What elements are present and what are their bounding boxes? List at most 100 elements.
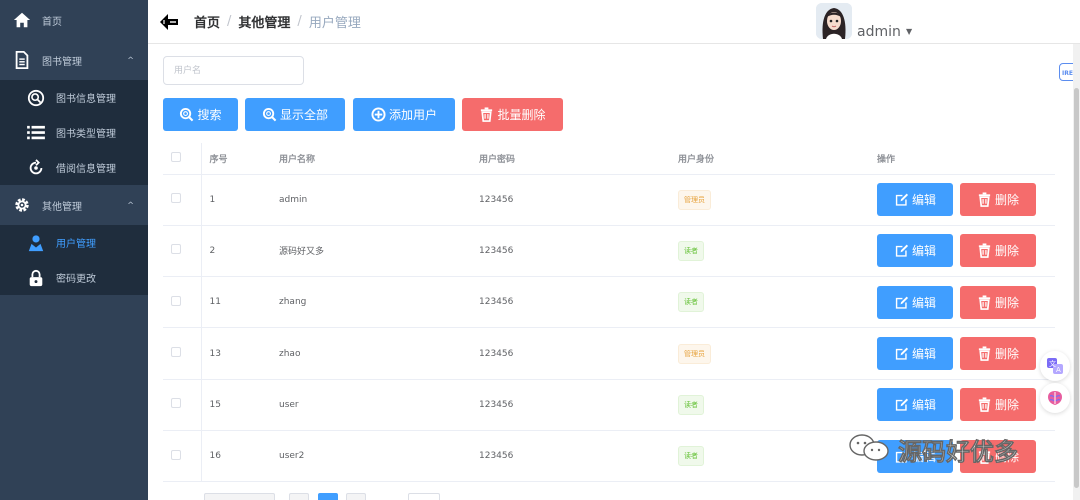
show-all-button[interactable]: 显示全部 [245, 98, 345, 131]
gear-icon [12, 195, 32, 215]
cell-password: 123456 [471, 379, 670, 431]
current-page-button[interactable] [318, 493, 338, 500]
sidebar-item-home[interactable]: 首页 [0, 0, 148, 40]
cell-index: 1 [201, 174, 271, 226]
cell-name: user [271, 379, 471, 431]
table-row[interactable]: 15 user 123456 读者 编辑 删除 [163, 379, 1055, 431]
cell-name: 源码好又多 [271, 225, 471, 278]
edit-icon [894, 397, 909, 412]
row-checkbox[interactable] [171, 347, 181, 358]
sidebar-item-password[interactable]: 密码更改 [0, 260, 148, 295]
cell-name: admin [271, 174, 471, 226]
next-page-button[interactable] [346, 493, 366, 500]
wechat-icon [848, 433, 892, 467]
search-icon [179, 107, 194, 122]
chevron-up-icon: ^ [127, 200, 134, 210]
batch-delete-button[interactable]: 批量删除 [462, 98, 563, 131]
avatar[interactable] [816, 3, 852, 39]
batch-delete-button-label: 批量删除 [497, 108, 546, 122]
svg-text:IRE: IRE [1062, 70, 1073, 77]
cell-password: 123456 [471, 327, 670, 380]
table-row[interactable]: 1 admin 123456 管理员 编辑 删除 [163, 174, 1055, 226]
edit-button[interactable]: 编辑 [877, 234, 953, 268]
cell-password: 123456 [471, 225, 670, 278]
delete-button-label: 删除 [994, 347, 1019, 362]
edit-icon [894, 346, 909, 361]
sidebar-item-books[interactable]: 图书管理 ^ [0, 40, 148, 80]
username-search-input[interactable] [163, 56, 304, 85]
breadcrumb-current: 用户管理 [308, 16, 361, 31]
role-tag: 读者 [678, 240, 704, 261]
role-tag: 管理员 [678, 343, 711, 364]
cell-role: 读者 [670, 379, 869, 431]
scrollbar[interactable] [1073, 44, 1080, 500]
search-circle-icon [26, 88, 46, 108]
select-all-checkbox[interactable] [171, 151, 181, 162]
cell-password: 123456 [471, 174, 670, 226]
row-checkbox[interactable] [171, 295, 181, 306]
table-row[interactable]: 2 源码好又多 123456 读者 编辑 删除 [163, 225, 1055, 278]
edit-button[interactable]: 编辑 [877, 337, 953, 371]
trash-icon [977, 397, 992, 413]
brain-ai-icon[interactable] [1040, 383, 1070, 413]
select-all-cell [163, 143, 202, 175]
sidebar-item-label: 其他管理 [42, 201, 82, 213]
edit-button[interactable]: 编辑 [877, 388, 953, 422]
cell-name: zhao [271, 327, 471, 380]
page-jump-input[interactable] [408, 493, 440, 500]
cell-role: 读者 [670, 225, 869, 278]
user-name[interactable]: admin [857, 24, 901, 40]
breadcrumb-home[interactable]: 首页 [194, 12, 220, 31]
edit-button[interactable]: 编辑 [877, 285, 953, 319]
breadcrumb-separator: / [227, 14, 232, 29]
cell-role: 管理员 [670, 174, 869, 226]
row-select-cell [163, 327, 202, 380]
row-checkbox[interactable] [171, 193, 181, 204]
search-button-label: 搜索 [197, 108, 222, 122]
cell-role: 读者 [670, 430, 869, 483]
delete-button[interactable]: 删除 [960, 285, 1036, 319]
add-user-button[interactable]: 添加用户 [353, 98, 455, 131]
trash-icon [977, 295, 992, 310]
sidebar-item-book-type[interactable]: 图书类型管理 [0, 115, 148, 150]
sidebar-item-users[interactable]: 用户管理 [0, 225, 148, 260]
caret-down-icon[interactable]: ▼ [906, 27, 912, 36]
translate-widget-icon[interactable]: 文A [1040, 351, 1070, 381]
breadcrumb-separator: / [297, 14, 302, 29]
document-icon [12, 50, 32, 70]
delete-button[interactable]: 删除 [960, 183, 1036, 217]
breadcrumb-other[interactable]: 其他管理 [238, 12, 290, 31]
sidebar: 首页 图书管理 ^ 图书信息管理 图书类型管理 借阅信息管理 其他管理 ^ 用户… [0, 0, 148, 500]
scrollbar-thumb[interactable] [1074, 88, 1079, 488]
row-checkbox[interactable] [171, 398, 181, 409]
search-button[interactable]: 搜索 [163, 98, 238, 131]
column-header-actions: 操作 [869, 143, 1055, 175]
watermark: 源码好优多 [848, 432, 1018, 467]
cell-actions: 编辑 删除 [869, 327, 1055, 380]
delete-button-label: 删除 [994, 295, 1019, 310]
page-size-select[interactable] [204, 493, 275, 500]
sidebar-item-label: 用户管理 [56, 239, 96, 250]
trash-icon [977, 346, 992, 361]
row-checkbox[interactable] [171, 244, 181, 255]
edit-icon [894, 243, 909, 258]
sidebar-item-book-info[interactable]: 图书信息管理 [0, 80, 148, 115]
delete-button[interactable]: 删除 [960, 234, 1036, 268]
delete-button[interactable]: 删除 [960, 388, 1036, 422]
edit-button[interactable]: 编辑 [877, 183, 953, 217]
trash-icon [977, 243, 992, 259]
sidebar-item-label: 借阅信息管理 [56, 164, 116, 175]
cell-index: 2 [201, 225, 271, 278]
delete-button-label: 删除 [994, 193, 1019, 208]
table-row[interactable]: 13 zhao 123456 管理员 编辑 删除 [163, 327, 1055, 380]
table-header-row: 序号 用户名称 用户密码 用户身份 操作 [163, 143, 1055, 175]
prev-page-button[interactable] [289, 493, 309, 500]
cell-actions: 编辑 删除 [869, 276, 1055, 329]
row-checkbox[interactable] [171, 449, 181, 460]
cell-name: user2 [271, 430, 471, 483]
sidebar-item-other[interactable]: 其他管理 ^ [0, 185, 148, 225]
sidebar-item-borrow-info[interactable]: 借阅信息管理 [0, 150, 148, 185]
delete-button[interactable]: 删除 [960, 337, 1036, 371]
table-row[interactable]: 11 zhang 123456 读者 编辑 删除 [163, 276, 1055, 329]
back-arrow-icon[interactable] [158, 11, 180, 33]
